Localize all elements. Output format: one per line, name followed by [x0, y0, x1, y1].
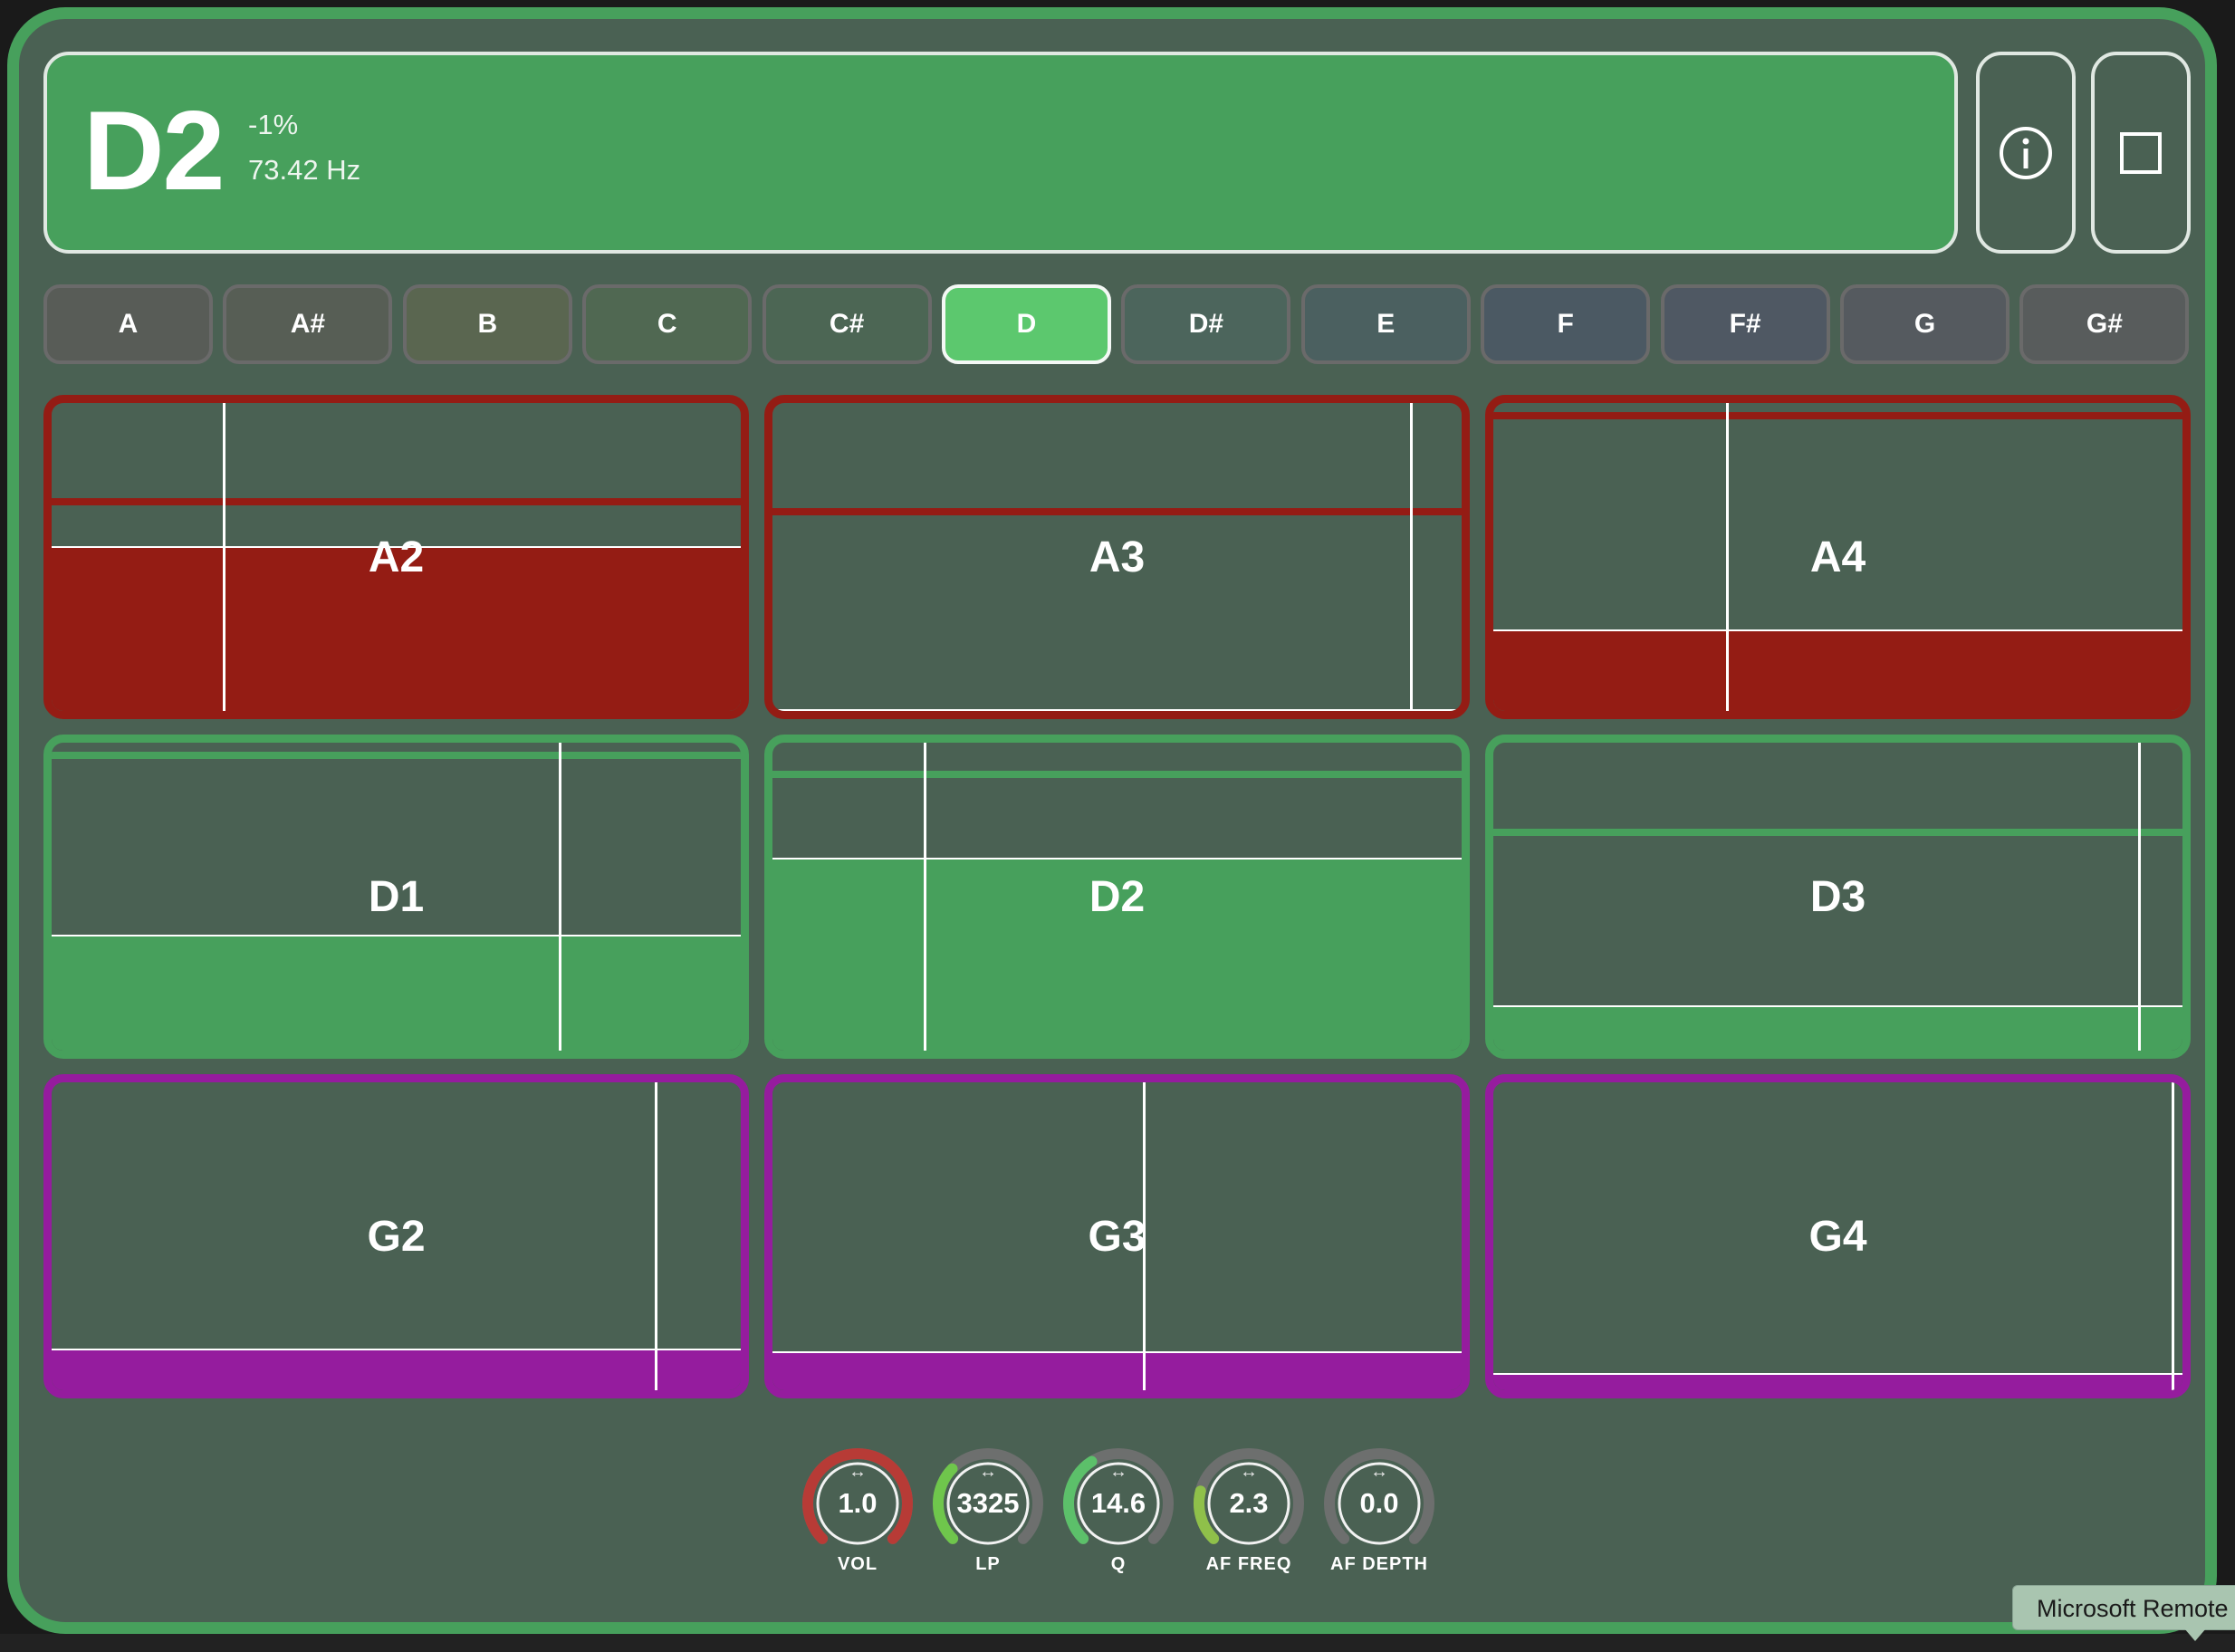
- info-button[interactable]: [1976, 52, 2076, 254]
- string-pad-a3[interactable]: A3: [764, 395, 1470, 719]
- string-pad-d3[interactable]: D3: [1485, 735, 2191, 1059]
- tuner-display: [43, 52, 1958, 254]
- string-pad-g4[interactable]: G4: [1485, 1074, 2191, 1398]
- drag-horizontal-icon: ↔: [1109, 1462, 1127, 1482]
- detected-note: D2: [83, 89, 225, 214]
- knob-value: 1.0: [838, 1487, 878, 1519]
- drag-horizontal-icon: ↔: [1370, 1462, 1388, 1482]
- frequency-readout: 73.42 Hz: [248, 154, 361, 186]
- string-pad-g3[interactable]: G3: [764, 1074, 1470, 1398]
- note-key-a[interactable]: A: [43, 284, 213, 364]
- pad-label: G2: [367, 1212, 426, 1261]
- knob-value: 0.0: [1359, 1487, 1399, 1519]
- string-pad-d1[interactable]: D1: [43, 735, 749, 1059]
- pad-label: G3: [1088, 1212, 1146, 1261]
- string-pad-a2[interactable]: A2: [43, 395, 749, 719]
- note-key-a-sharp[interactable]: A#: [223, 284, 393, 364]
- note-key-d[interactable]: D: [942, 284, 1111, 364]
- drag-horizontal-icon: ↔: [979, 1462, 997, 1482]
- pad-label: A3: [1089, 533, 1146, 581]
- note-key-f-sharp[interactable]: F#: [1660, 284, 1830, 364]
- q-knob[interactable]: ↔ 14.6 Q: [1060, 1447, 1177, 1574]
- cents-offset: -1%: [248, 109, 299, 140]
- note-key-d-sharp[interactable]: D#: [1121, 284, 1291, 364]
- tooltip-pointer: [2184, 1628, 2206, 1641]
- af-depth-knob[interactable]: ↔ 0.0 AF DEPTH: [1320, 1447, 1438, 1574]
- knob-label: AF DEPTH: [1330, 1554, 1428, 1574]
- note-key-f[interactable]: F: [1481, 284, 1651, 364]
- taskbar-strip: [0, 1634, 2235, 1652]
- string-pad-g2[interactable]: G2: [43, 1074, 749, 1398]
- pad-label: G4: [1808, 1212, 1867, 1261]
- pad-label: D2: [1089, 872, 1146, 921]
- note-key-c-sharp[interactable]: C#: [762, 284, 932, 364]
- note-key-g-sharp[interactable]: G#: [2019, 284, 2190, 364]
- knob-value: 3325: [956, 1487, 1020, 1519]
- drag-horizontal-icon: ↔: [1240, 1462, 1258, 1482]
- pad-label: A4: [1809, 533, 1866, 581]
- drag-horizontal-icon: ↔: [849, 1462, 867, 1482]
- pad-label: D3: [1809, 872, 1866, 921]
- knob-value: 14.6: [1090, 1487, 1146, 1519]
- pad-label: D1: [368, 872, 425, 921]
- note-key-c[interactable]: C: [582, 284, 753, 364]
- string-pad-a4[interactable]: A4: [1485, 395, 2191, 719]
- volume-knob[interactable]: ↔ 1.0 VOL: [799, 1447, 916, 1574]
- app-tooltip: Microsoft Remote: [2012, 1585, 2235, 1630]
- lowpass-knob[interactable]: ↔ 3325 LP: [929, 1447, 1047, 1574]
- knob-value: 2.3: [1229, 1487, 1269, 1519]
- pad-label: A2: [368, 533, 425, 581]
- note-key-g[interactable]: G: [1840, 284, 2010, 364]
- note-key-b[interactable]: B: [402, 284, 572, 364]
- af-freq-knob[interactable]: ↔ 2.3 AF FREQ: [1190, 1447, 1308, 1574]
- stop-icon: [2120, 131, 2162, 174]
- stop-button[interactable]: [2091, 52, 2191, 254]
- string-pad-d2[interactable]: D2: [764, 735, 1470, 1059]
- info-icon: [2000, 126, 2052, 179]
- note-key-e[interactable]: E: [1300, 284, 1471, 364]
